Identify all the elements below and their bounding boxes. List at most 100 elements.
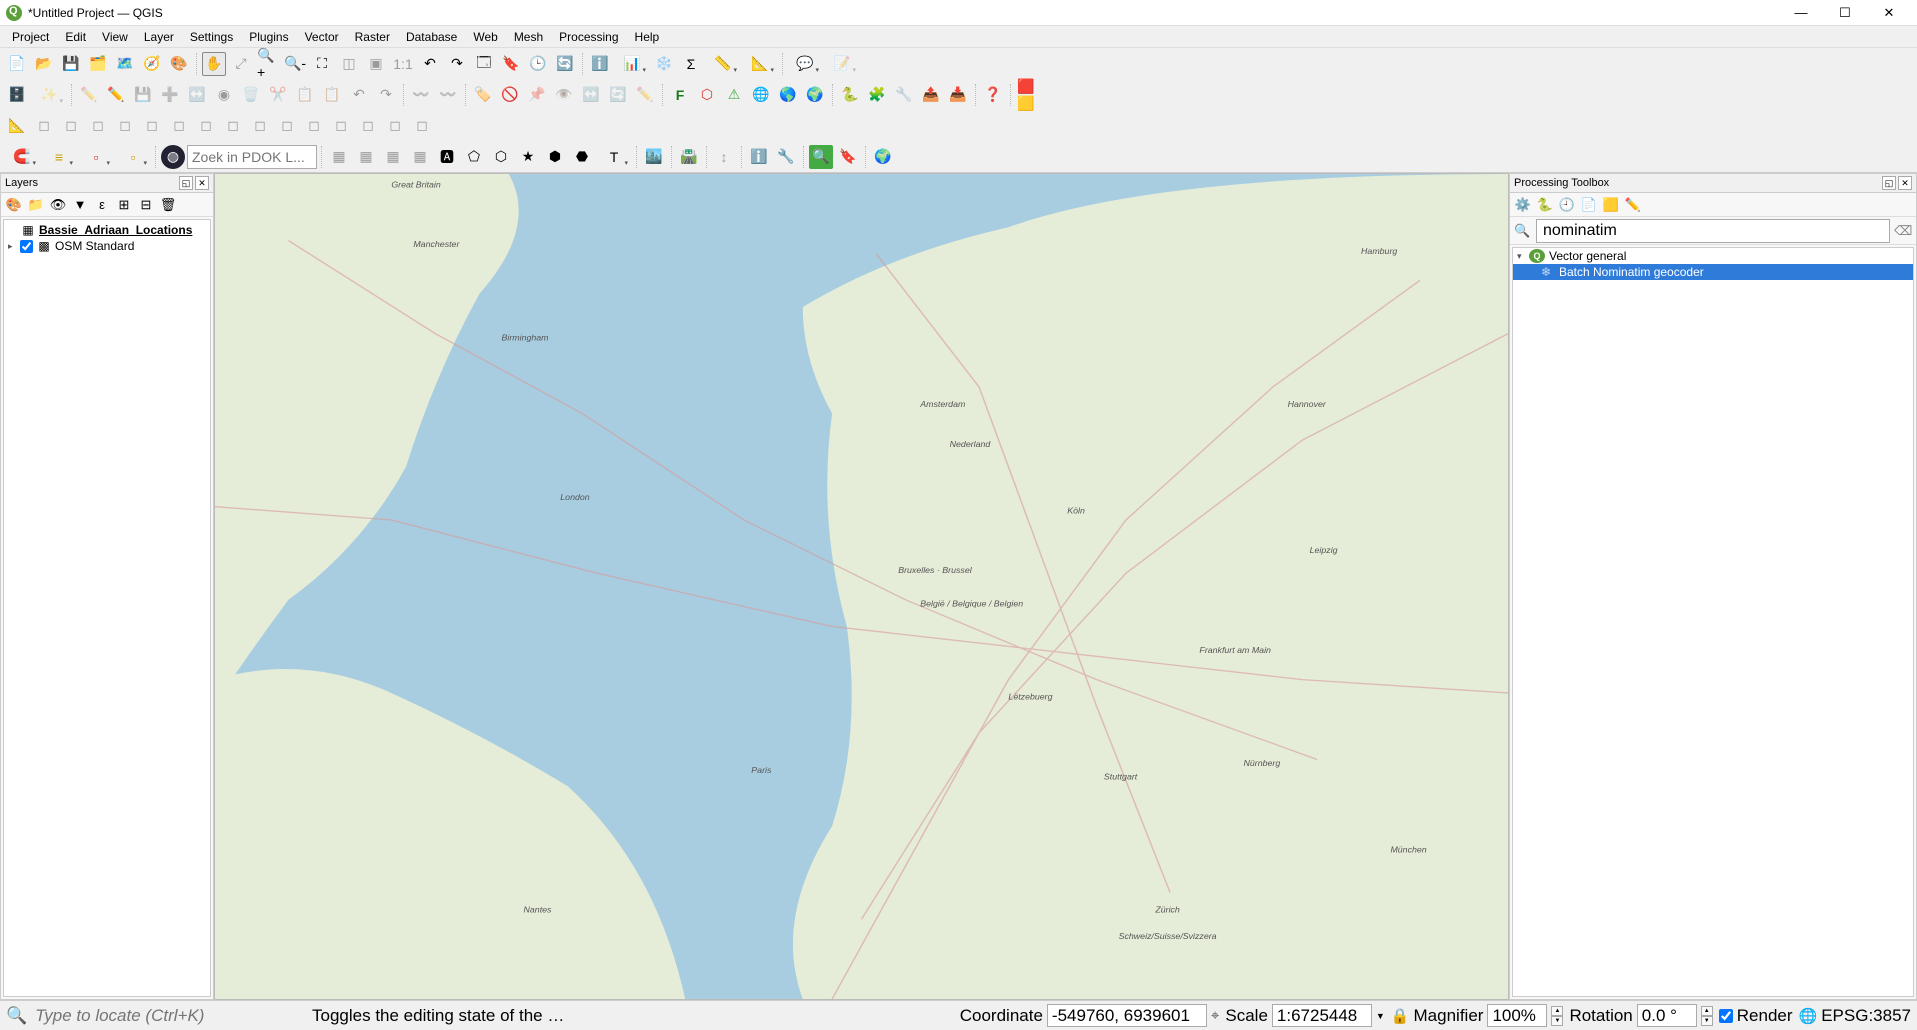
snap-segment-button[interactable]: ▫ <box>116 145 150 169</box>
adv-tool-7[interactable]: ◻ <box>194 114 218 138</box>
proc-edit-button[interactable]: ✏️ <box>1624 196 1642 214</box>
adv-tool-8[interactable]: ◻ <box>221 114 245 138</box>
collapse-toggle-icon[interactable]: ▾ <box>1517 251 1529 262</box>
coordinate-toggle-icon[interactable]: ⌖ <box>1211 1007 1219 1024</box>
lock-icon[interactable]: 🔒 <box>1391 1007 1410 1025</box>
expand-toggle-icon[interactable]: ▸ <box>8 241 20 252</box>
zoom-layer-button[interactable]: ▣ <box>364 52 388 76</box>
delete-selected-button[interactable]: 🗑️ <box>239 83 263 107</box>
plugin-globe2-button[interactable]: 🌎 <box>776 83 800 107</box>
magnifier-input[interactable] <box>1487 1004 1547 1027</box>
layers-panel-float-button[interactable]: ◱ <box>179 176 193 190</box>
attributes-button[interactable]: 📊 <box>615 52 649 76</box>
measure-button[interactable]: 📏 <box>706 52 740 76</box>
show-labels-button[interactable]: 🏷️ <box>471 83 495 107</box>
proc-results-button[interactable]: 📄 <box>1580 196 1598 214</box>
redo-button[interactable]: ↷ <box>374 83 398 107</box>
layers-style-button[interactable]: 🎨 <box>5 196 23 214</box>
save-project-as-button[interactable]: 🗂️ <box>86 52 110 76</box>
annotation-button[interactable]: 📝 <box>825 52 859 76</box>
move-feature-button[interactable]: ↔️ <box>185 83 209 107</box>
proc-toolbox-button[interactable]: ❄️ <box>652 52 676 76</box>
map-tips-button[interactable]: 💬 <box>788 52 822 76</box>
show-label-button[interactable]: 👁️ <box>552 83 576 107</box>
vertex-tool-button[interactable]: ◉ <box>212 83 236 107</box>
layers-panel-close-button[interactable]: ✕ <box>195 176 209 190</box>
pdok-search-input[interactable] <box>187 145 317 169</box>
menu-project[interactable]: Project <box>4 28 57 46</box>
zoom-out-button[interactable]: 🔍- <box>283 52 307 76</box>
layers-expand-button[interactable]: ⊞ <box>115 196 133 214</box>
scale-input[interactable] <box>1272 1004 1372 1027</box>
pdok-button[interactable]: ◍ <box>161 145 185 169</box>
menu-plugins[interactable]: Plugins <box>241 28 296 46</box>
layout-manager-button[interactable]: 🧭 <box>140 52 164 76</box>
move-label-button[interactable]: ↔️ <box>579 83 603 107</box>
crs-value[interactable]: EPSG:3857 <box>1821 1006 1911 1026</box>
menu-web[interactable]: Web <box>465 28 505 46</box>
help-button[interactable]: ❓ <box>981 83 1005 107</box>
measure-area-button[interactable]: 📐 <box>743 52 777 76</box>
plugin-manager-button[interactable]: 🧩 <box>865 83 889 107</box>
plugin-hex-button[interactable]: ⬡ <box>695 83 719 107</box>
sel-tool-1[interactable]: ▦ <box>327 145 351 169</box>
snap-vertex-button[interactable]: ▫ <box>79 145 113 169</box>
adv-tool-12[interactable]: ◻ <box>329 114 353 138</box>
temporal-controller-button[interactable]: 🕒 <box>526 52 550 76</box>
zoom-last-button[interactable]: ↶ <box>418 52 442 76</box>
menu-vector[interactable]: Vector <box>297 28 347 46</box>
pin-labels-button[interactable]: 📌 <box>525 83 549 107</box>
proc-group-vector-general[interactable]: ▾ Q Vector general <box>1513 248 1913 264</box>
data-source-manager-button[interactable]: 🗄️ <box>5 83 29 107</box>
snap-button[interactable]: 🧲 <box>5 145 39 169</box>
coordinate-input[interactable] <box>1047 1004 1207 1027</box>
digitize-curve-button[interactable]: 〰️ <box>409 83 433 107</box>
plugin-tool1-button[interactable]: 🔧 <box>892 83 916 107</box>
zoom-in-button[interactable]: 🔍+ <box>256 52 280 76</box>
new-layer-button[interactable]: ✨ <box>32 83 66 107</box>
sel-tool-7[interactable]: ⬡ <box>489 145 513 169</box>
save-edits-button[interactable]: 💾 <box>131 83 155 107</box>
processing-tree[interactable]: ▾ Q Vector general ❄ Batch Nominatim geo… <box>1512 247 1914 997</box>
loc-tool-1[interactable]: 🏙️ <box>642 145 666 169</box>
adv-tool-5[interactable]: ◻ <box>140 114 164 138</box>
sel-tool-10[interactable]: ⬣ <box>570 145 594 169</box>
loc-tool-2[interactable]: 🛣️ <box>677 145 701 169</box>
sel-tool-5[interactable]: 🅰 <box>435 145 459 169</box>
layer-row-osm[interactable]: ▸ ▩ OSM Standard <box>6 238 208 254</box>
wrench-plugin-button[interactable]: 🔧 <box>774 145 798 169</box>
stream-digitize-button[interactable]: 〰️ <box>436 83 460 107</box>
proc-model-button[interactable]: 🟨 <box>1602 196 1620 214</box>
layer-row-bassie[interactable]: ▦ Bassie_Adriaan_Locations <box>6 222 208 238</box>
plugin-globe1-button[interactable]: 🌐 <box>749 83 773 107</box>
zoom-full-button[interactable]: ⛶ <box>310 52 334 76</box>
toggle-editing-button[interactable]: ✏️ <box>104 83 128 107</box>
sel-tool-8[interactable]: ★ <box>516 145 540 169</box>
identify-button[interactable]: ℹ️ <box>588 52 612 76</box>
style-manager-button[interactable]: 🎨 <box>167 52 191 76</box>
adv-tool-1[interactable]: ◻ <box>32 114 56 138</box>
proc-alg-batch-nominatim[interactable]: ❄ Batch Nominatim geocoder <box>1513 264 1913 280</box>
menu-mesh[interactable]: Mesh <box>506 28 551 46</box>
new-map-view-button[interactable]: 🗔 <box>472 52 496 76</box>
text-button[interactable]: T <box>597 145 631 169</box>
zoom-native-button[interactable]: 1:1 <box>391 52 415 76</box>
zoom-next-button[interactable]: ↷ <box>445 52 469 76</box>
clear-search-icon[interactable]: ⌫ <box>1894 223 1912 239</box>
globe-plugin-button[interactable]: 🌍 <box>871 145 895 169</box>
sel-tool-4[interactable]: ▦ <box>408 145 432 169</box>
menu-database[interactable]: Database <box>398 28 465 46</box>
sel-tool-3[interactable]: ▦ <box>381 145 405 169</box>
rotation-spinner[interactable]: ▲▼ <box>1701 1006 1713 1026</box>
maximize-button[interactable]: ☐ <box>1823 0 1867 26</box>
plugin-multicolor-button[interactable]: 🟥🟨 <box>1016 83 1040 107</box>
current-edits-button[interactable]: ✏️ <box>77 83 101 107</box>
change-label-button[interactable]: ✏️ <box>633 83 657 107</box>
layers-collapse-button[interactable]: ⊟ <box>137 196 155 214</box>
layers-tree[interactable]: ▦ Bassie_Adriaan_Locations ▸ ▩ OSM Stand… <box>3 219 211 997</box>
layer-visibility-checkbox[interactable] <box>20 240 33 253</box>
render-checkbox[interactable] <box>1719 1009 1733 1023</box>
adv-tool-4[interactable]: ◻ <box>113 114 137 138</box>
adv-tool-10[interactable]: ◻ <box>275 114 299 138</box>
menu-layer[interactable]: Layer <box>136 28 182 46</box>
